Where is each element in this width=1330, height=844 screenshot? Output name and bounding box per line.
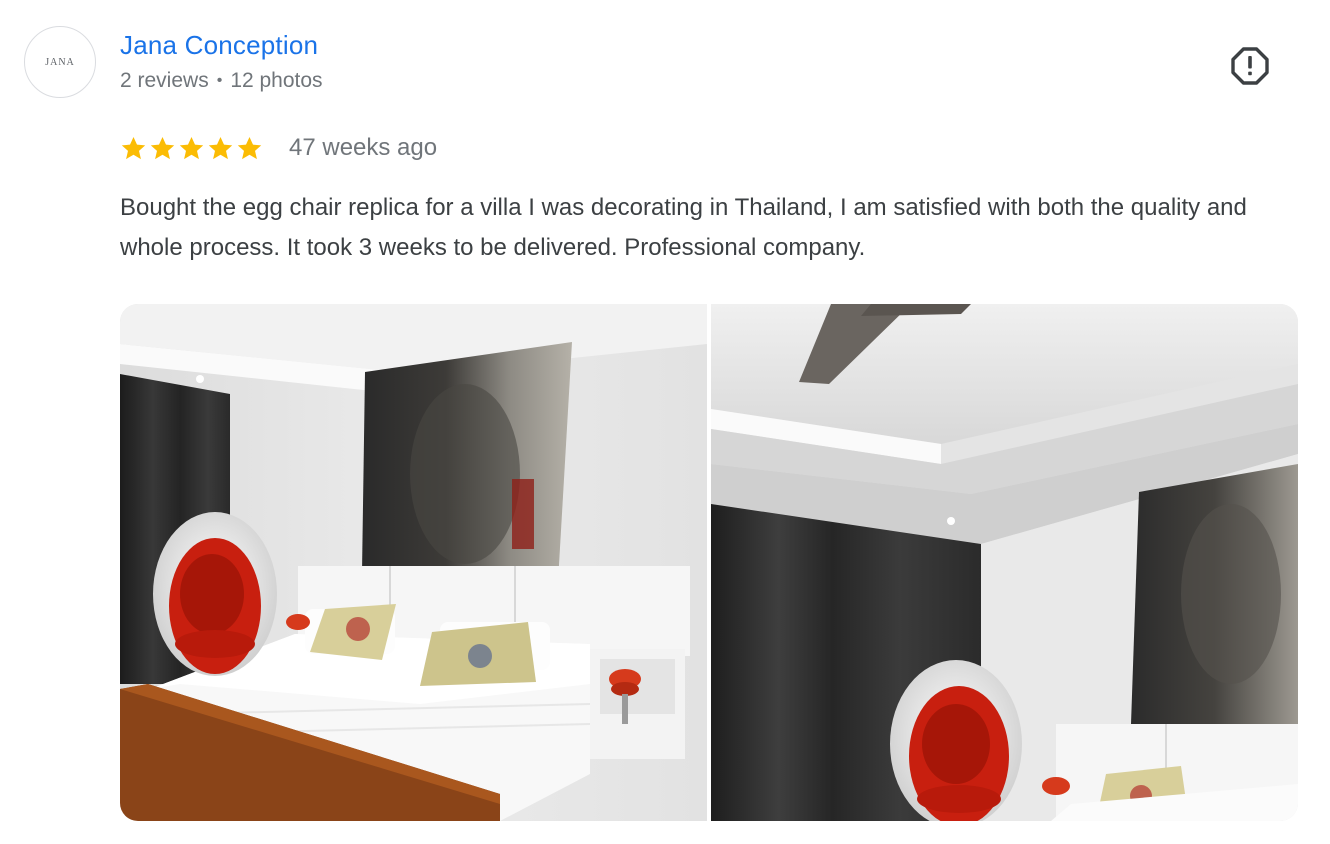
- review-text: Bought the egg chair replica for a villa…: [120, 194, 1247, 261]
- review-time: 47 weeks ago: [289, 134, 438, 161]
- author-name-link[interactable]: Jana Conception: [120, 30, 318, 61]
- author-meta: 2 reviews • 12 photos: [120, 69, 323, 93]
- review-photo-2[interactable]: [711, 304, 1298, 821]
- review-photo-1[interactable]: [120, 304, 707, 821]
- rating-row: 47 weeks ago: [120, 130, 437, 166]
- bedroom-photo-image: [120, 304, 707, 821]
- avatar-logo-text: JANA: [45, 56, 75, 68]
- meta-separator: •: [216, 72, 223, 89]
- star-icon: [179, 136, 204, 159]
- star-icon: [237, 136, 262, 159]
- bedroom-ceiling-photo-image: [711, 304, 1298, 821]
- star-icon: [208, 136, 233, 159]
- report-review-button[interactable]: [1228, 44, 1272, 88]
- star-icon: [121, 136, 146, 159]
- star-icon: [150, 136, 175, 159]
- author-avatar[interactable]: JANA: [24, 26, 96, 98]
- author-reviews-count: 2 reviews: [120, 69, 209, 92]
- report-flag-icon: [1231, 47, 1269, 85]
- review-photos: [120, 304, 1298, 821]
- star-rating: [120, 135, 263, 162]
- author-photos-count: 12 photos: [230, 69, 323, 92]
